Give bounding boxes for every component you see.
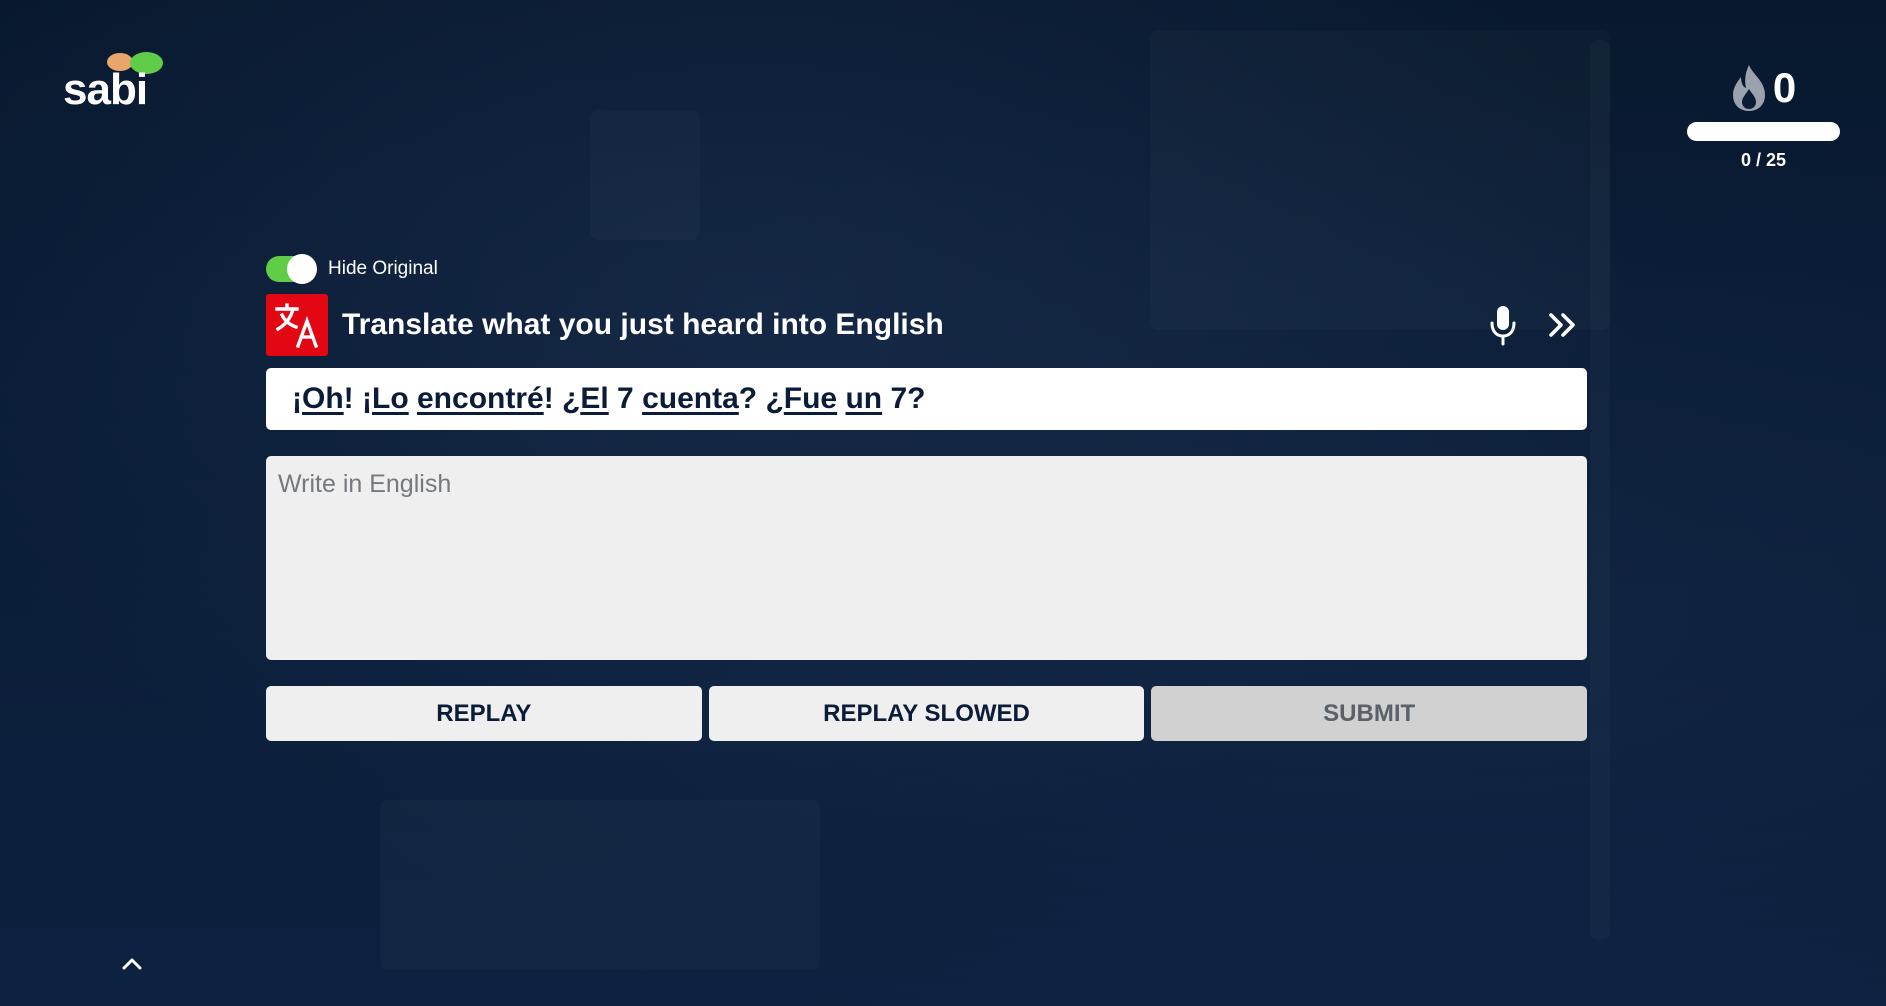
streak-row: 0 [1687,62,1840,114]
instruction-text: Translate what you just heard into Engli… [342,308,944,341]
skip-icon[interactable] [1539,301,1587,349]
sentence-word[interactable]: un [845,382,882,416]
sentence-word[interactable]: Fue [784,382,837,416]
sentence-punctuation: 7 [608,382,643,415]
sentence-word[interactable]: El [580,382,608,416]
hide-original-label: Hide Original [328,258,438,279]
streak-count: 0 [1772,64,1797,111]
toggle-knob [287,254,317,284]
sentence-punctuation: ! ¡ [343,382,372,415]
sentence-word[interactable]: cuenta [642,382,739,416]
sentence-word[interactable]: Oh [302,382,344,416]
flame-icon [1732,65,1765,111]
sentence-punctuation [837,382,845,416]
streak-panel: 0 0 / 25 [1687,62,1840,171]
answer-input[interactable] [266,456,1587,660]
sentence-punctuation: ¡ [292,382,302,415]
logo-text: sabi [63,65,148,114]
sentence-punctuation: ? ¿ [738,382,784,415]
sabi-logo[interactable]: sabi [60,48,170,114]
background-shape [590,110,700,240]
sentence-punctuation: 7? [882,382,926,415]
exercise-panel: Hide Original Translate what you just he… [266,252,1588,741]
background-shape [380,800,820,970]
sentence-word[interactable]: Lo [372,382,409,416]
sentence-punctuation: ! ¿ [543,382,581,415]
action-buttons: REPLAY REPLAY SLOWED SUBMIT [266,686,1588,741]
hide-original-toggle[interactable] [266,254,317,284]
instruction-row: Translate what you just heard into Engli… [266,294,1587,356]
chevron-up-icon[interactable] [120,952,144,976]
progress-label: 0 / 25 [1740,150,1787,170]
submit-button[interactable]: SUBMIT [1151,686,1588,741]
translate-icon [266,294,328,356]
progress-bar [1687,122,1840,141]
sentence-word[interactable]: encontré [417,382,544,416]
sentence-punctuation [409,382,417,416]
microphone-icon[interactable] [1479,301,1527,349]
hide-original-row: Hide Original [266,252,1587,286]
replay-slowed-button[interactable]: REPLAY SLOWED [708,686,1145,741]
replay-button[interactable]: REPLAY [266,686,702,741]
background-shape [1590,40,1610,940]
original-sentence: ¡ Oh! ¡ Lo encontré! ¿ El 7 cuenta? ¿ Fue un… [266,368,1587,430]
